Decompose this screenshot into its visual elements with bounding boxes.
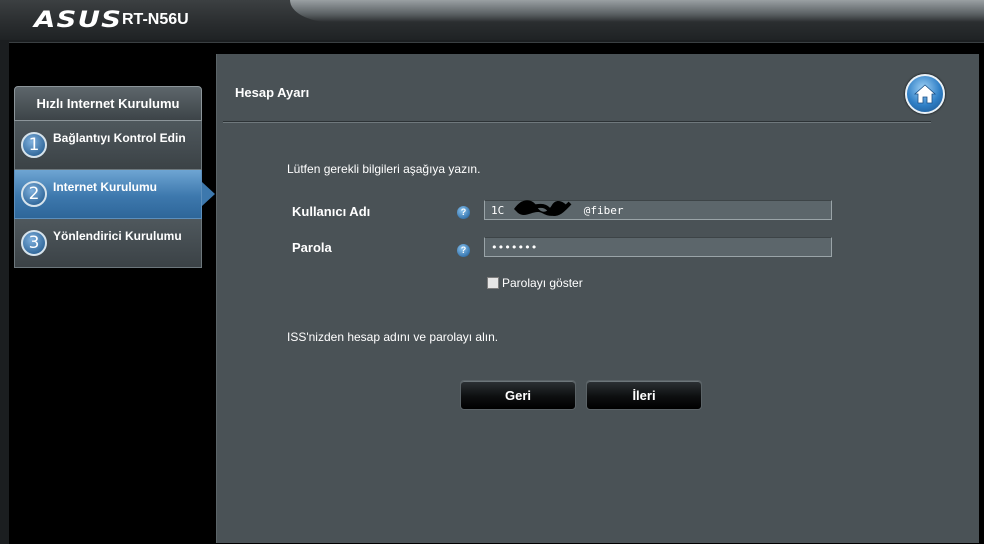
sidebar-step-label: Bağlantıyı Kontrol Edin bbox=[53, 131, 186, 145]
show-password-checkbox[interactable] bbox=[487, 277, 499, 289]
home-icon-graphic bbox=[913, 84, 937, 104]
next-button[interactable]: İleri bbox=[586, 380, 702, 410]
home-icon[interactable] bbox=[905, 74, 945, 114]
show-password-label: Parolayı göster bbox=[502, 276, 583, 290]
password-input[interactable] bbox=[484, 237, 832, 257]
instruction-text: Lütfen gerekli bilgileri aşağıya yazın. bbox=[287, 162, 481, 176]
isp-note-text: ISS'nizden hesap adını ve parolayı alın. bbox=[287, 330, 499, 344]
redaction-scribble bbox=[514, 200, 572, 216]
model-name: RT-N56U bbox=[122, 11, 189, 28]
top-bar: ASUS RT-N56U bbox=[0, 0, 984, 40]
sidebar-title: Hızlı Internet Kurulumu bbox=[14, 86, 202, 121]
title-divider bbox=[223, 121, 931, 123]
sidebar-step-label: Internet Kurulumu bbox=[53, 180, 157, 194]
top-bar-gloss bbox=[290, 0, 984, 22]
username-label: Kullanıcı Adı bbox=[292, 204, 371, 219]
sidebar-step-internet-setup[interactable]: 2 Internet Kurulumu bbox=[14, 170, 215, 219]
sidebar-step-label: Yönlendirici Kurulumu bbox=[53, 229, 182, 243]
sidebar-step-connection-check[interactable]: 1 Bağlantıyı Kontrol Edin bbox=[14, 121, 202, 170]
password-label: Parola bbox=[292, 240, 332, 255]
sidebar: Hızlı Internet Kurulumu 1 Bağlantıyı Kon… bbox=[14, 86, 215, 268]
step-number-icon: 3 bbox=[21, 230, 47, 256]
help-icon[interactable]: ? bbox=[457, 206, 470, 219]
step-number-icon: 1 bbox=[21, 132, 47, 158]
help-icon[interactable]: ? bbox=[457, 244, 470, 257]
back-button[interactable]: Geri bbox=[460, 380, 576, 410]
step-number-icon: 2 bbox=[21, 181, 47, 207]
asus-logo: ASUS bbox=[34, 8, 123, 33]
active-step-arrow-icon bbox=[202, 182, 215, 206]
panel-title: Hesap Ayarı bbox=[235, 85, 310, 100]
sidebar-step-router-setup[interactable]: 3 Yönlendirici Kurulumu bbox=[14, 219, 202, 268]
account-settings-panel: Hesap Ayarı Lütfen gerekli bilgileri aşa… bbox=[216, 54, 979, 543]
